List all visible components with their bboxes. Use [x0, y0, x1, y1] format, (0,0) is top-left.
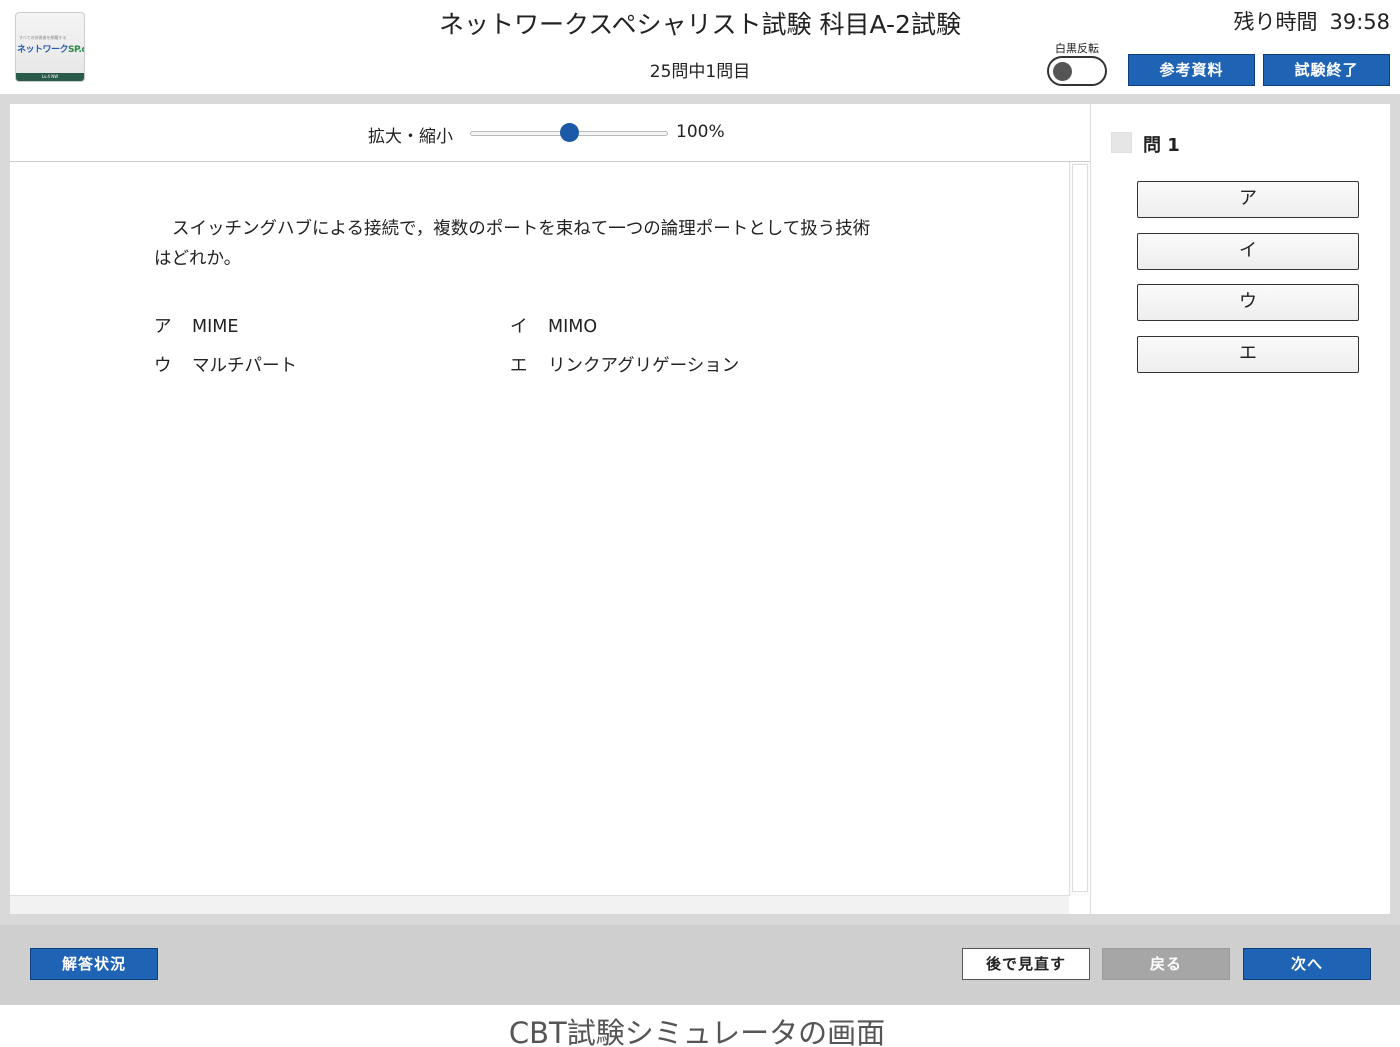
- zoom-label: 拡大・縮小: [368, 127, 453, 147]
- choice-key: ア: [154, 317, 172, 337]
- question-text: スイッチングハブによる接続で，複数のポートを束ねて一つの論理ポートとして扱う技術…: [154, 219, 871, 269]
- logo-brand-main: ネットワーク: [17, 45, 69, 55]
- zoom-value: 100%: [676, 122, 725, 142]
- logo-brand: ネットワークSP.com: [17, 42, 84, 55]
- choice-key: イ: [510, 317, 528, 337]
- horizontal-scrollbar[interactable]: [10, 895, 1069, 914]
- mark-checkbox[interactable]: [1111, 132, 1132, 153]
- vertical-scrollbar-thumb[interactable]: [1072, 164, 1088, 892]
- choice-text: マルチパート: [192, 356, 297, 376]
- choice-key: ウ: [154, 356, 172, 376]
- choice-i: イ MIMO: [510, 313, 597, 338]
- zoom-slider-thumb[interactable]: [559, 123, 579, 142]
- choice-a: ア MIME: [154, 313, 238, 338]
- invert-toggle-label: 白黒反転: [1055, 42, 1099, 55]
- answer-option-a[interactable]: ア: [1137, 181, 1359, 218]
- choice-key: エ: [510, 356, 528, 376]
- answer-panel: 問 1 ア イ ウ エ: [1090, 104, 1390, 914]
- vertical-scrollbar[interactable]: [1069, 162, 1089, 896]
- choice-text: リンクアグリゲーション: [548, 356, 740, 376]
- question-panel: 拡大・縮小 100% スイッチングハブによる接続で，複数のポートを束ねて一つの論…: [10, 104, 1090, 914]
- zoom-bar: 拡大・縮小 100%: [10, 104, 1090, 162]
- choice-text: MIMO: [548, 317, 598, 337]
- exam-title: ネットワークスペシャリスト試験 科目A-2試験: [439, 10, 961, 39]
- footer-bar: 解答状況 後で見直す 戻る 次へ: [0, 925, 1400, 1005]
- reference-button[interactable]: 参考資料: [1128, 54, 1255, 86]
- timer-label: 残り時間: [1233, 10, 1318, 34]
- toggle-knob: [1053, 62, 1072, 81]
- remaining-time: 残り時間 39:58: [1233, 6, 1390, 36]
- timer-value: 39:58: [1329, 10, 1390, 34]
- next-button[interactable]: 次へ: [1243, 948, 1371, 980]
- choice-e: エリンクアグリゲーション: [510, 352, 739, 377]
- question-number: 問 1: [1143, 135, 1180, 156]
- review-later-button[interactable]: 後で見直す: [962, 948, 1090, 980]
- answer-status-button[interactable]: 解答状況: [30, 948, 158, 980]
- invert-toggle[interactable]: [1047, 56, 1107, 86]
- answer-option-u[interactable]: ウ: [1137, 284, 1359, 321]
- screen-caption: CBT試験シミュレータの画面: [508, 1016, 886, 1047]
- back-button[interactable]: 戻る: [1102, 948, 1230, 980]
- logo-brand-sp: SP.com: [68, 45, 84, 55]
- answer-option-e[interactable]: エ: [1137, 336, 1359, 373]
- choice-text: MIME: [192, 317, 239, 337]
- end-exam-button[interactable]: 試験終了: [1263, 54, 1390, 86]
- answer-option-i[interactable]: イ: [1137, 233, 1359, 270]
- header-bar: すべての技術者を網羅する ネットワークSP.com Lv.4 NW ネットワーク…: [0, 0, 1400, 94]
- question-content: スイッチングハブによる接続で，複数のポートを束ねて一つの論理ポートとして扱う技術…: [10, 162, 1068, 895]
- choice-u: ウマルチパート: [154, 352, 297, 377]
